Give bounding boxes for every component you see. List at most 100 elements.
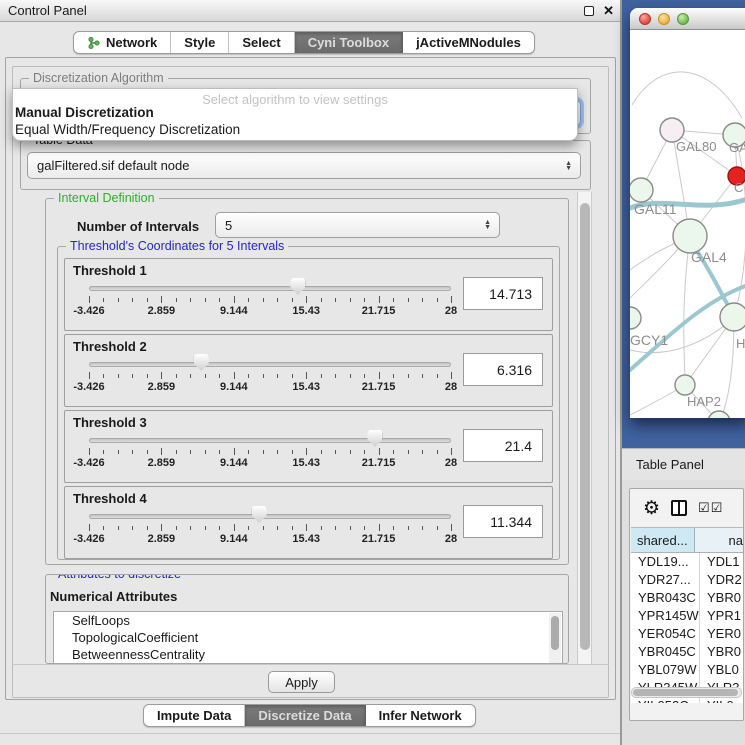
cell-name[interactable]: YER0 (700, 625, 743, 643)
tick (422, 526, 423, 530)
attribute-list-item[interactable]: BetweennessCentrality (54, 646, 562, 663)
tab-infer-network[interactable]: Infer Network (366, 705, 475, 726)
list-scrollbar[interactable] (549, 613, 561, 664)
close-icon[interactable]: ✕ (603, 6, 614, 16)
cell-name[interactable]: YDL1 (700, 553, 743, 571)
node-h[interactable] (720, 303, 745, 331)
table-horizontal-scrollbar[interactable] (631, 687, 742, 698)
node-gcy1[interactable] (630, 307, 641, 329)
cell-shared-name[interactable]: YBL079W (631, 661, 700, 679)
gear-icon[interactable]: ⚙ (643, 499, 660, 518)
table-row[interactable]: YER054CYER0 (631, 625, 743, 643)
threshold-2-value-field[interactable]: 6.316 (463, 353, 543, 386)
cell-shared-name[interactable]: YPR145W (631, 607, 700, 625)
column-header-name[interactable]: na (695, 528, 743, 552)
tick (379, 524, 380, 531)
tab-impute-data[interactable]: Impute Data (144, 705, 245, 726)
tick (263, 526, 264, 530)
table-row[interactable]: YDR27...YDR2 (631, 571, 743, 589)
tick (393, 298, 394, 302)
tab-infer-network-label: Infer Network (379, 708, 462, 723)
close-traffic-light-icon[interactable] (639, 13, 651, 25)
attribute-list-item[interactable]: TopologicalCoefficient (54, 629, 562, 646)
form-vertical-scrollbar[interactable] (577, 192, 592, 664)
threshold-4-slider-track[interactable] (89, 514, 451, 519)
tab-network[interactable]: Network (74, 32, 171, 53)
interval-definition-legend: Interval Definition (54, 191, 159, 206)
tab-select[interactable]: Select (229, 32, 294, 53)
tick-label: 9.144 (220, 381, 248, 393)
node-gal4[interactable] (673, 219, 707, 253)
node-partial[interactable] (708, 411, 730, 418)
column-header-shared-name[interactable]: shared... (631, 528, 695, 552)
table-row[interactable]: YDL19...YDL1 (631, 553, 743, 571)
threshold-1-slider-handle[interactable] (290, 278, 305, 295)
cell-shared-name[interactable]: YDR27... (631, 571, 700, 589)
network-nodes[interactable] (630, 118, 745, 418)
tick (393, 374, 394, 378)
tab-style-label: Style (184, 35, 215, 50)
tick (335, 526, 336, 530)
threshold-2-slider-handle[interactable] (194, 354, 209, 371)
node-gal11[interactable] (630, 178, 653, 202)
cell-name[interactable]: YDR2 (700, 571, 743, 589)
node-hap2[interactable] (675, 375, 695, 395)
threshold-3-slider-track[interactable] (89, 438, 451, 443)
threshold-2-slider-track[interactable] (89, 362, 451, 367)
popup-option-manual[interactable]: Manual Discretization (15, 105, 154, 120)
tick (190, 450, 191, 454)
threshold-2-panel: Threshold 2 -3.4262.8599.14415.4321.7152… (64, 334, 553, 407)
cell-name[interactable]: YBR0 (700, 643, 743, 661)
zoom-traffic-light-icon[interactable] (677, 13, 689, 25)
tab-jactivemnodules[interactable]: jActiveMNodules (403, 32, 534, 53)
tab-discretize-data[interactable]: Discretize Data (245, 705, 365, 726)
cell-name[interactable]: YBR0 (700, 589, 743, 607)
tab-cyni-toolbox[interactable]: Cyni Toolbox (295, 32, 403, 53)
table-row[interactable]: YBR043CYBR0 (631, 589, 743, 607)
cell-shared-name[interactable]: YDL19... (631, 553, 700, 571)
cell-name[interactable]: YBL0 (700, 661, 743, 679)
table-row[interactable]: YPR145WYPR1 (631, 607, 743, 625)
attribute-list-item[interactable]: SelfLoops (54, 612, 562, 629)
threshold-4-slider-handle[interactable] (252, 506, 267, 523)
table-data-combo[interactable]: galFiltered.sif default node ▲▼ (27, 152, 581, 179)
tick (408, 450, 409, 454)
scroll-thumb[interactable] (633, 689, 738, 696)
split-view-icon[interactable] (671, 500, 687, 516)
number-of-intervals-value: 5 (225, 218, 232, 233)
apply-button[interactable]: Apply (268, 671, 335, 693)
tick (118, 450, 119, 454)
screen: Control Panel ✕ Network Style Select Cyn… (0, 0, 745, 745)
cell-shared-name[interactable]: YBR045C (631, 643, 700, 661)
network-window-titlebar[interactable] (630, 8, 745, 30)
attributes-legend: Attributes to discretize (54, 574, 185, 582)
threshold-3-value-field[interactable]: 21.4 (463, 429, 543, 462)
tick (379, 296, 380, 303)
threshold-1-value-field[interactable]: 14.713 (463, 277, 543, 310)
table-panel-toolbar: ⚙ ☑☑ (630, 489, 743, 527)
popup-option-equal-width[interactable]: Equal Width/Frequency Discretization (15, 122, 240, 137)
number-of-intervals-combo[interactable]: 5 ▲▼ (215, 212, 500, 238)
cell-shared-name[interactable]: YER054C (631, 625, 700, 643)
minimize-traffic-light-icon[interactable] (658, 13, 670, 25)
tick (118, 526, 119, 530)
tick (161, 296, 162, 303)
threshold-1-slider-track[interactable] (89, 286, 451, 291)
table-row[interactable]: YBL079WYBL0 (631, 661, 743, 679)
stepper-icon: ▲▼ (565, 161, 572, 171)
threshold-4-value-field[interactable]: 11.344 (463, 505, 543, 538)
tab-style[interactable]: Style (171, 32, 229, 53)
threshold-3-slider-handle[interactable] (367, 430, 382, 447)
tick (103, 526, 104, 530)
cell-shared-name[interactable]: YBR043C (631, 589, 700, 607)
cell-name[interactable]: YPR1 (700, 607, 743, 625)
table-row[interactable]: YBR045CYBR0 (631, 643, 743, 661)
numerical-attributes-list[interactable]: SelfLoopsTopologicalCoefficientBetweenne… (53, 611, 563, 664)
tick (437, 526, 438, 530)
scroll-thumb[interactable] (580, 203, 590, 650)
tick (234, 296, 235, 303)
float-panel-icon[interactable] (584, 6, 594, 16)
network-canvas[interactable]: GAL80 GA C GAL11 GAL4 GCY1 H HAP2 (630, 30, 745, 418)
checkbox-icons[interactable]: ☑☑ (698, 500, 723, 516)
tick (321, 374, 322, 378)
